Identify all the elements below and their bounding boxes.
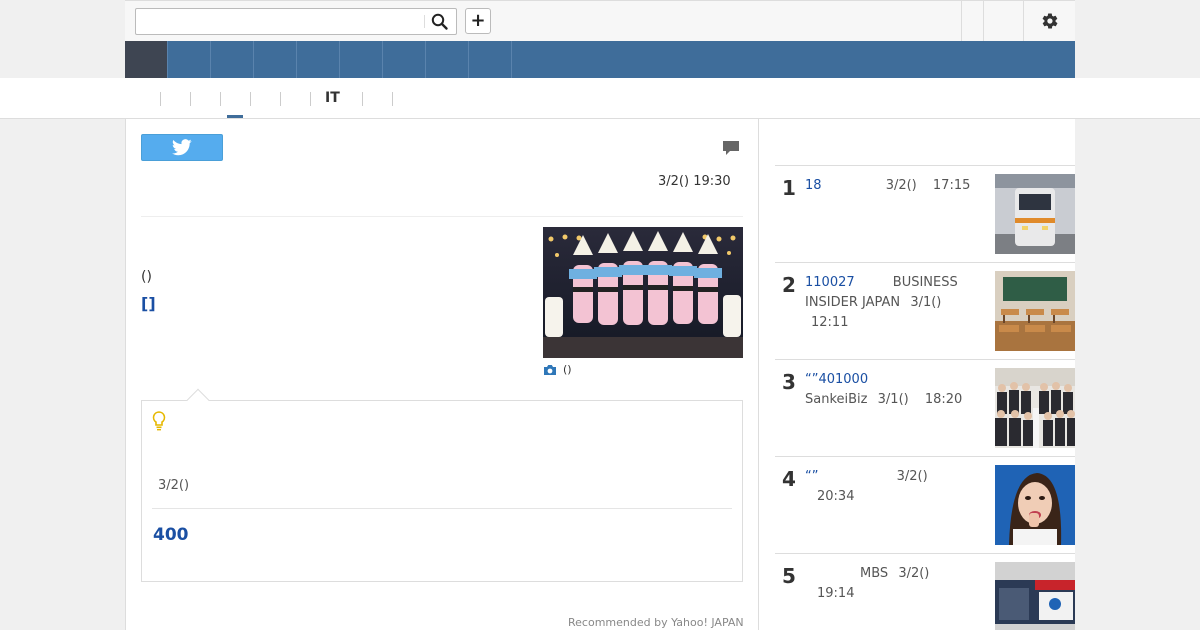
twitter-share-button[interactable]	[141, 134, 223, 161]
dancers-photo	[543, 227, 743, 358]
ranking-date: 3/1()	[877, 392, 909, 407]
article-main: 3/2() 19:30 () [] () 3/2() 400 Recommend…	[125, 119, 759, 630]
ranking-date: 3/2()	[885, 178, 917, 193]
nav-item-4[interactable]	[254, 41, 297, 78]
ranking-date: 3/1()	[910, 295, 942, 310]
callout-pointer	[186, 388, 210, 412]
ranking-time: 19:14	[817, 586, 855, 601]
search-divider	[424, 15, 425, 28]
ranking-item[interactable]: 4 “” 3/2() 20:34	[775, 456, 1075, 553]
top-menu-cell-2[interactable]	[983, 1, 1023, 41]
photo-caption-text: ()	[563, 363, 572, 376]
top-bar-inner: +	[125, 0, 1075, 41]
ranking-source: MBS	[860, 566, 889, 581]
subnav-divider	[280, 92, 281, 106]
sub-category-nav: IT	[125, 78, 1075, 119]
ranking-title[interactable]: “”	[805, 469, 818, 484]
ranking-time: 20:34	[817, 489, 855, 504]
nav-item-top[interactable]	[125, 41, 168, 78]
subnav-divider	[250, 92, 251, 106]
subnav-divider	[310, 92, 311, 106]
twitter-icon	[172, 139, 192, 156]
nav-item-8[interactable]	[426, 41, 469, 78]
publish-date: 3/2() 19:30	[658, 174, 731, 189]
nav-item-6[interactable]	[340, 41, 383, 78]
article-source: ()	[141, 269, 152, 285]
ranking-date: 3/2()	[896, 469, 928, 484]
rank-number: 2	[782, 273, 796, 297]
nav-item-2[interactable]	[168, 41, 211, 78]
ranking-text: 110027 BUSINESS INSIDER JAPAN 3/1() 12:1…	[805, 273, 981, 333]
search-input[interactable]	[138, 11, 422, 32]
woman-photo	[995, 465, 1075, 545]
comment-icon	[723, 141, 739, 155]
ranking-thumbnail-classroom[interactable]	[995, 271, 1075, 351]
ranking-item[interactable]: 5 MBS 3/2() 19:14	[775, 553, 1075, 630]
top-menu-cell-1[interactable]	[961, 1, 983, 41]
search-box	[135, 8, 457, 35]
ranking-text: 18 3/2() 17:15	[805, 176, 981, 196]
callout-divider	[152, 508, 732, 509]
ranking-thumbnail-train[interactable]	[995, 174, 1075, 254]
ranking-sidebar: 1 18 3/2() 17:15 2 110027 BUSINESS INSID…	[759, 119, 1075, 630]
ranking-text: “”401000 SankeiBiz 3/1() 18:20	[805, 370, 981, 410]
photo-caption: ()	[543, 363, 572, 376]
ranking-title[interactable]: “”401000	[805, 372, 868, 387]
recommended-by: Recommended by Yahoo! JAPAN	[568, 616, 744, 629]
classroom-photo	[995, 271, 1075, 351]
ranking-date: 3/2()	[898, 566, 930, 581]
nav-item-3[interactable]	[211, 41, 254, 78]
ranking-item[interactable]: 2 110027 BUSINESS INSIDER JAPAN 3/1() 12…	[775, 262, 1075, 359]
ranking-title[interactable]: 110027	[805, 275, 855, 290]
ranking-thumbnail-tv[interactable]	[995, 562, 1075, 630]
ranking-text: “” 3/2() 20:34	[805, 467, 981, 507]
article-photo[interactable]	[543, 227, 743, 358]
add-button[interactable]: +	[465, 8, 491, 34]
tv-screen-photo	[995, 562, 1075, 630]
top-bar: +	[0, 0, 1200, 41]
callout-count-link[interactable]: 400	[153, 525, 189, 545]
rank-number: 3	[782, 370, 796, 394]
gear-icon	[1042, 13, 1057, 29]
rank-number: 1	[782, 176, 796, 200]
train-photo	[995, 174, 1075, 254]
ranking-time: 17:15	[932, 178, 971, 193]
ranking-text: MBS 3/2() 19:14	[805, 564, 981, 604]
article-link[interactable]: []	[141, 294, 156, 313]
divider	[141, 216, 743, 217]
subnav-divider	[362, 92, 363, 106]
ranking-thumbnail-group[interactable]	[995, 368, 1075, 448]
subnav-divider	[220, 92, 221, 106]
search-button[interactable]	[430, 12, 450, 32]
subnav-divider	[160, 92, 161, 106]
related-callout: 3/2() 400	[141, 388, 743, 582]
ranking-item[interactable]: 3 “”401000 SankeiBiz 3/1() 18:20	[775, 359, 1075, 456]
rank-number: 4	[782, 467, 796, 491]
nav-item-5[interactable]	[297, 41, 340, 78]
category-nav	[125, 41, 1075, 78]
ranking-thumbnail-woman[interactable]	[995, 465, 1075, 545]
camera-icon	[544, 364, 556, 375]
comment-button[interactable]	[722, 139, 740, 157]
nav-item-7[interactable]	[383, 41, 426, 78]
nav-item-9[interactable]	[469, 41, 512, 78]
ranking-title[interactable]: 18	[805, 178, 822, 193]
ranking-source: SankeiBiz	[805, 392, 868, 407]
callout-date: 3/2()	[158, 478, 190, 493]
ranking-time: 18:20	[924, 392, 963, 407]
group-photo	[995, 368, 1075, 448]
settings-button[interactable]	[1023, 1, 1075, 41]
search-icon	[431, 13, 448, 30]
subnav-divider	[392, 92, 393, 106]
ranking-time: 12:11	[811, 315, 849, 330]
lightbulb-icon	[152, 411, 166, 431]
subnav-item-it[interactable]: IT	[325, 90, 340, 106]
ranking-item[interactable]: 1 18 3/2() 17:15	[775, 165, 1075, 262]
rank-number: 5	[782, 564, 796, 588]
subnav-divider	[190, 92, 191, 106]
